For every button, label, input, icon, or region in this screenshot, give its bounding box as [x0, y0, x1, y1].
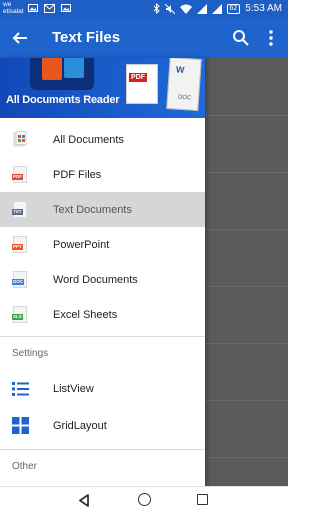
status-bar: we etisalat 62 5:53 AM	[0, 0, 288, 19]
background-scrim[interactable]	[205, 58, 288, 486]
pdf-document-illustration: PDF	[126, 64, 158, 104]
more-vert-icon[interactable]	[266, 29, 276, 47]
app-name: All Documents Reader	[6, 94, 120, 106]
menu-item-text-documents[interactable]: TXT Text Documents	[0, 192, 205, 227]
system-navigation-bar	[0, 486, 288, 512]
txt-file-icon: TXT	[12, 201, 27, 218]
image-notification-icon-2	[61, 4, 71, 12]
drawer-header-banner: All Documents Reader PDF W DOC	[0, 58, 205, 118]
doc-file-icon: DOC	[12, 271, 27, 288]
arrow-back-icon[interactable]	[10, 28, 30, 48]
app-logo	[30, 58, 94, 90]
menu-item-label: ListView	[53, 382, 94, 395]
menu-item-listview[interactable]: ListView	[0, 371, 205, 406]
image-notification-icon	[28, 4, 38, 12]
mute-icon	[164, 3, 175, 14]
menu-item-label: Excel Sheets	[53, 308, 118, 321]
notification-icons	[28, 3, 71, 13]
signal-icon	[196, 3, 207, 14]
menu-item-gridlayout[interactable]: GridLayout	[0, 408, 205, 443]
menu-item-label: Word Documents	[53, 273, 138, 286]
clock: 5:53 AM	[245, 3, 282, 14]
menu-item-pdf-files[interactable]: PDF PDF Files	[0, 157, 205, 192]
menu-item-powerpoint[interactable]: PPT PowerPoint	[0, 227, 205, 262]
ppt-file-icon: PPT	[12, 236, 27, 253]
settings-section-header: Settings	[12, 348, 49, 359]
app-bar: Text Files	[0, 19, 288, 58]
menu-item-label: PowerPoint	[53, 238, 110, 251]
nav-back-icon[interactable]	[78, 494, 90, 507]
wifi-icon	[179, 4, 192, 14]
word-document-illustration: W DOC	[166, 58, 202, 112]
grid-layout-icon	[12, 417, 29, 434]
navigation-drawer: All Documents Reader PDF W DOC All Docum…	[0, 58, 205, 486]
bluetooth-icon	[153, 3, 160, 14]
pdf-file-icon: PDF	[12, 166, 27, 183]
other-section-header: Other	[12, 461, 38, 472]
menu-item-label: Text Documents	[53, 203, 132, 216]
search-icon[interactable]	[232, 29, 250, 47]
menu-item-all-documents[interactable]: All Documents	[0, 122, 205, 157]
carrier-name: we etisalat	[3, 1, 24, 15]
signal-icon-2	[211, 3, 222, 14]
nav-home-icon[interactable]	[138, 493, 151, 506]
menu-item-label: PDF Files	[53, 168, 102, 181]
menu-item-word-documents[interactable]: DOC Word Documents	[0, 262, 205, 297]
all-documents-icon	[13, 131, 27, 147]
menu-item-label: All Documents	[53, 133, 124, 146]
system-status-icons: 62 5:53 AM	[153, 3, 282, 14]
email-notification-icon	[44, 3, 55, 13]
xls-file-icon: XLS	[12, 306, 27, 323]
menu-item-label: GridLayout	[53, 419, 107, 432]
battery-icon: 62	[226, 3, 241, 14]
list-view-icon	[12, 382, 29, 396]
page-title: Text Files	[52, 29, 121, 46]
menu-item-excel-sheets[interactable]: XLS Excel Sheets	[0, 297, 205, 332]
nav-recents-icon[interactable]	[197, 494, 208, 505]
